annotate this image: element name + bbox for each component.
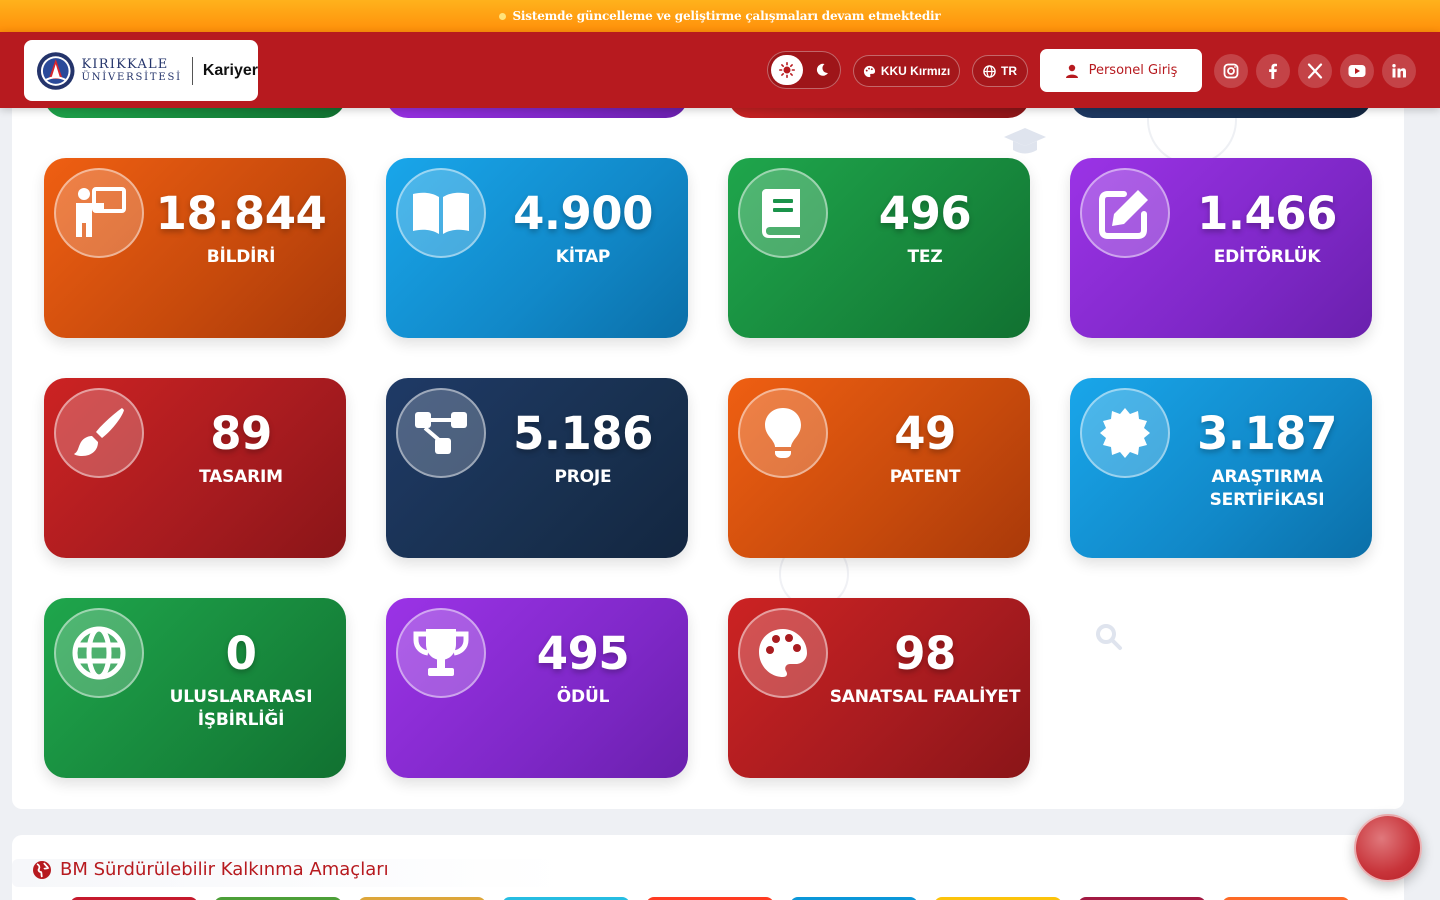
stat-card-sertifika[interactable]: 3.187 ARAŞTIRMA SERTİFİKASI: [1070, 378, 1372, 558]
stat-card-odul[interactable]: 495 ÖDÜL: [386, 598, 688, 778]
stat-value: 1.466: [1197, 187, 1337, 240]
stat-card-isbirligi[interactable]: 0 ULUSLARARASI İŞBİRLİĞİ: [44, 598, 346, 778]
announcement-message: Sistemde güncelleme ve geliştirme çalışm…: [512, 9, 941, 23]
graduation-cap-deco-icon: [1004, 128, 1046, 154]
book-icon: [762, 189, 800, 238]
card-icon-badge: [1080, 388, 1170, 478]
card-icon-badge: [396, 168, 486, 258]
sdg-heading: BM Sürdürülebilir Kalkınma Amaçları: [32, 859, 389, 880]
stat-card-tez[interactable]: 496 TEZ: [728, 158, 1030, 338]
moon-icon: [816, 63, 828, 76]
logo-line2: ÜNİVERSİTESİ: [81, 72, 182, 83]
logo-link[interactable]: KIRIKKALE ÜNİVERSİTESİ Kariyer: [24, 40, 258, 101]
theme-color-label: KKU Kırmızı: [880, 64, 951, 78]
stat-card-proje[interactable]: 5.186 PROJE: [386, 378, 688, 558]
stat-label: KİTAP: [555, 247, 611, 267]
card-icon-badge: [396, 388, 486, 478]
stat-value: 89: [210, 407, 272, 460]
stat-label: ULUSLARARASI İŞBİRLİĞİ: [169, 687, 313, 730]
facebook-icon: [1269, 63, 1277, 79]
light-mode-button[interactable]: [771, 55, 803, 85]
stat-value: 5.186: [513, 407, 653, 460]
edit-icon: [1099, 190, 1148, 239]
stat-value: 49: [894, 407, 956, 460]
certificate-icon: [1100, 408, 1150, 458]
instagram-icon: [1223, 63, 1239, 79]
globe-americas-icon: [33, 860, 51, 879]
staff-login-label: Personel Giriş: [1088, 63, 1178, 78]
stat-card-patent[interactable]: 49 PATENT: [728, 378, 1030, 558]
stat-value: 0: [225, 627, 257, 680]
theme-toggle[interactable]: [767, 51, 841, 89]
university-emblem-icon: [36, 51, 75, 90]
instagram-link[interactable]: [1214, 54, 1248, 88]
card-icon-badge: [54, 608, 144, 698]
card-icon-badge: [54, 388, 144, 478]
stat-label: TASARIM: [199, 467, 283, 487]
facebook-link[interactable]: [1256, 54, 1290, 88]
card-icon-badge: [738, 388, 828, 478]
stat-label: PROJE: [554, 467, 612, 487]
card-icon-badge: [396, 608, 486, 698]
stat-value: 4.900: [513, 187, 653, 240]
brush-icon: [74, 408, 124, 456]
stat-value: 495: [536, 627, 630, 680]
stat-value: 3.187: [1197, 407, 1337, 460]
linkedin-icon: [1392, 64, 1406, 78]
card-icon-badge: [738, 608, 828, 698]
stat-label: BİLDİRİ: [206, 247, 276, 267]
stat-card-tasarim[interactable]: 89 TASARIM: [44, 378, 346, 558]
stat-label: ARAŞTIRMA SERTİFİKASI: [1209, 467, 1325, 510]
dark-mode-button[interactable]: [812, 60, 832, 80]
stat-value: 98: [894, 627, 956, 680]
user-icon: [1065, 64, 1078, 78]
stat-value: 496: [878, 187, 972, 240]
sdg-section: BM Sürdürülebilir Kalkınma Amaçları: [12, 835, 1404, 900]
stat-label: EDİTÖRLÜK: [1213, 247, 1321, 267]
stat-card-sanatsal[interactable]: 98 SANATSAL FAALİYET: [728, 598, 1030, 778]
stat-label: PATENT: [889, 467, 961, 487]
floating-action-button[interactable]: [1354, 814, 1422, 882]
stat-card-kitap[interactable]: 4.900 KİTAP: [386, 158, 688, 338]
globe-icon: [72, 626, 126, 680]
stat-label: TEZ: [907, 247, 943, 267]
sdg-title: BM Sürdürülebilir Kalkınma Amaçları: [60, 859, 389, 880]
site-header: KIRIKKALE ÜNİVERSİTESİ Kariyer KKU Kırmı…: [0, 32, 1440, 108]
stat-card-bildiri[interactable]: 18.844 BİLDİRİ: [44, 158, 346, 338]
sun-icon: [779, 62, 795, 78]
card-icon-badge: [54, 168, 144, 258]
stat-label: SANATSAL FAALİYET: [829, 687, 1021, 707]
youtube-link[interactable]: [1340, 54, 1374, 88]
palette-icon: [759, 629, 807, 677]
language-label: TR: [1001, 64, 1017, 78]
x-link[interactable]: [1298, 54, 1332, 88]
search-deco-icon: [1096, 624, 1122, 650]
announcement-bar: Sistemde güncelleme ve geliştirme çalışm…: [0, 0, 1440, 32]
staff-login-button[interactable]: Personel Giriş: [1040, 49, 1202, 92]
diagram-icon: [415, 412, 467, 454]
globe-small-icon: [983, 64, 996, 78]
card-icon-badge: [738, 168, 828, 258]
presenter-icon: [76, 187, 126, 237]
stat-card-editorluk[interactable]: 1.466 EDİTÖRLÜK: [1070, 158, 1372, 338]
youtube-icon: [1348, 65, 1366, 77]
lightbulb-icon: [765, 408, 801, 458]
announcement-text: Sistemde güncelleme ve geliştirme çalışm…: [499, 9, 941, 23]
trophy-icon: [413, 629, 469, 676]
stat-value: 18.844: [155, 187, 327, 240]
stat-label: ÖDÜL: [556, 687, 610, 707]
language-button[interactable]: TR: [972, 55, 1028, 87]
logo-divider: [191, 56, 193, 85]
logo-wordmark: KIRIKKALE ÜNİVERSİTESİ: [82, 58, 182, 83]
linkedin-link[interactable]: [1382, 54, 1416, 88]
logo-line1: KIRIKKALE: [81, 57, 169, 72]
palette-small-icon: [863, 65, 875, 77]
book-open-icon: [413, 192, 469, 234]
theme-color-button[interactable]: KKU Kırmızı: [853, 55, 960, 87]
logo-section-name: Kariyer: [202, 61, 258, 79]
announcement-dot-icon: [499, 13, 507, 20]
card-icon-badge: [1080, 168, 1170, 258]
x-icon: [1307, 63, 1323, 79]
